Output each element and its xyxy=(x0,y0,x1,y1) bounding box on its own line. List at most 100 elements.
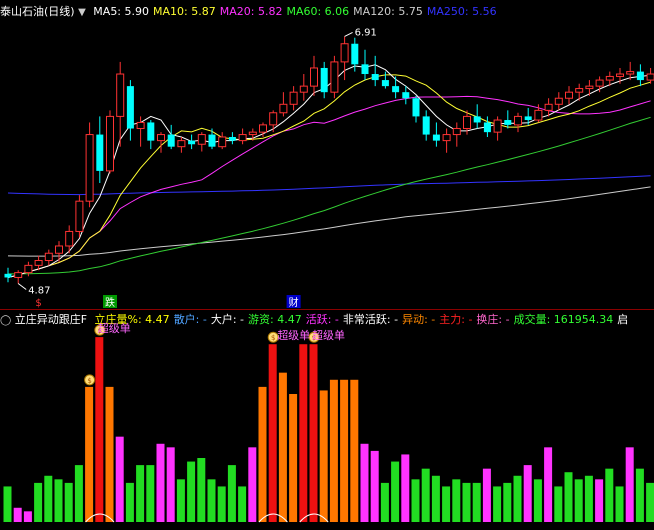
low-price-label: 4.87 xyxy=(28,286,50,297)
indicator-bar xyxy=(401,454,410,522)
indicator-bar xyxy=(44,475,53,522)
candle-body xyxy=(157,134,165,142)
indicator-bar xyxy=(462,482,471,522)
indicator-bar xyxy=(360,443,369,522)
indicator-bar xyxy=(3,486,12,522)
indicator-bar xyxy=(238,486,247,522)
candle-body xyxy=(381,80,389,87)
indicator-bar xyxy=(85,386,94,522)
candle-body xyxy=(585,85,594,90)
candle-body xyxy=(452,128,461,136)
candle-body xyxy=(299,85,308,93)
indicator-bar xyxy=(299,344,308,522)
candle-body xyxy=(34,260,43,266)
candle-body xyxy=(136,121,145,130)
indicator-bar xyxy=(258,386,267,522)
indicator-bar xyxy=(350,379,359,522)
indicator-bar xyxy=(380,482,389,522)
indicator-bar xyxy=(646,482,654,522)
indicator-bar xyxy=(268,344,277,522)
candle-body xyxy=(238,134,247,142)
indicator-bar xyxy=(74,465,83,522)
candle-body xyxy=(279,103,288,114)
indicator-bar xyxy=(493,486,502,522)
candle-body xyxy=(320,67,328,93)
indicator-bar xyxy=(125,482,134,522)
indicator-bar xyxy=(319,390,328,522)
indicator-bar xyxy=(166,447,175,522)
candle-body xyxy=(371,74,379,81)
candle-body xyxy=(595,79,604,87)
candle-body xyxy=(269,112,278,126)
candle-body xyxy=(106,115,114,172)
indicator-bar xyxy=(472,482,481,522)
indicator-bar xyxy=(442,486,451,522)
indicator-bar xyxy=(625,447,634,522)
candle-body xyxy=(340,43,349,63)
candle-body xyxy=(392,86,400,93)
low-price-pointer xyxy=(17,283,27,290)
candle-body xyxy=(75,200,84,232)
indicator-bar xyxy=(156,443,165,522)
indicator-bar xyxy=(421,468,430,522)
indicator-bar xyxy=(523,465,532,522)
indicator-bar xyxy=(615,486,624,522)
big-order-label: 超级单 xyxy=(312,328,345,342)
indicator-bar xyxy=(482,468,491,522)
indicator-bar xyxy=(544,447,553,522)
candle-body xyxy=(310,67,318,87)
indicator-bar xyxy=(217,486,226,522)
indicator-bar xyxy=(54,479,63,522)
indicator-bar xyxy=(584,475,593,522)
candle-body xyxy=(4,273,12,278)
candle-body xyxy=(554,97,563,105)
candle-body xyxy=(626,71,635,75)
candle-body xyxy=(412,98,420,117)
candle-body xyxy=(351,43,359,65)
candle-body xyxy=(442,134,451,142)
indicator-bar xyxy=(136,465,145,522)
candle-body xyxy=(14,272,23,278)
candle-body xyxy=(289,91,298,105)
big-order-label: 超级单 xyxy=(98,321,131,335)
indicator-bar xyxy=(309,344,318,522)
candle-body xyxy=(330,61,339,93)
candle-body xyxy=(616,73,624,77)
high-price-label: 6.91 xyxy=(355,27,377,38)
indicator-bar xyxy=(207,479,216,522)
indicator-bar xyxy=(635,468,644,522)
candle-body xyxy=(402,92,410,99)
indicator-bar xyxy=(370,450,379,522)
ma10-line xyxy=(7,74,651,278)
indicator-bar xyxy=(503,482,512,522)
event-marker: 跌 xyxy=(105,296,115,309)
event-marker: 财 xyxy=(289,296,299,309)
high-price-pointer xyxy=(344,32,353,37)
candle-body xyxy=(422,116,430,135)
candle-body xyxy=(493,119,502,133)
candle-body xyxy=(167,134,175,147)
candle-body xyxy=(55,245,63,254)
indicator-bar xyxy=(564,472,573,522)
candle-body xyxy=(85,134,94,202)
candle-body xyxy=(605,75,614,81)
ma120-line xyxy=(7,186,651,257)
candle-body xyxy=(188,140,196,145)
candle-body xyxy=(96,134,104,171)
indicator-bar xyxy=(411,479,420,522)
price-and-indicator-chart[interactable]: 6.914.87$ 跌财$$$ $超级单超级单 超级单 xyxy=(0,0,654,530)
candle-body xyxy=(248,131,257,136)
candle-body xyxy=(147,122,155,141)
candle-body xyxy=(514,115,522,126)
indicator-bar xyxy=(513,475,522,522)
candle-body xyxy=(24,264,33,274)
candle-body xyxy=(646,73,654,81)
indicator-bar xyxy=(329,379,338,522)
candle-body xyxy=(65,230,74,247)
indicator-bar xyxy=(227,465,236,522)
indicator-bar xyxy=(533,479,542,522)
ma60-line xyxy=(8,116,651,275)
candle-body xyxy=(197,134,206,145)
candle-body xyxy=(473,116,481,123)
indicator-bar xyxy=(452,479,461,522)
